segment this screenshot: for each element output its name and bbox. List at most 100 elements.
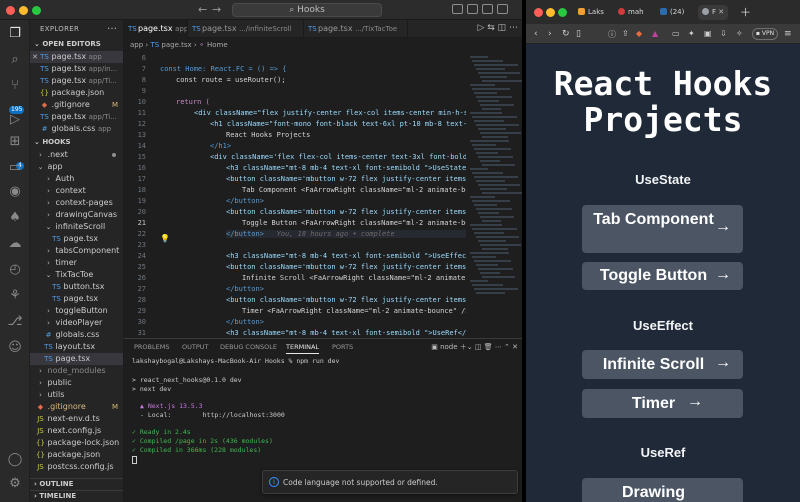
code-editor[interactable]: 6 7 8 9 10 11 12 13 14 15 16 17 18 19 20 21 22 23 24 25 26 27… xyxy=(124,52,522,338)
share-icon[interactable]: ⇪ xyxy=(622,29,629,38)
file-item[interactable]: {} package.json xyxy=(30,449,123,461)
close-tab-icon[interactable]: ✕ xyxy=(718,8,724,16)
wallet-icon[interactable]: ▣ xyxy=(704,29,712,38)
breadcrumb-folder[interactable]: app xyxy=(130,41,143,49)
browser-minimize-button[interactable] xyxy=(546,8,555,17)
project-header[interactable]: ⌄ HOOKS xyxy=(30,137,123,147)
download-icon[interactable]: ⇩ xyxy=(720,29,727,38)
file-item[interactable]: TS layout.tsx xyxy=(30,341,123,353)
close-icon[interactable]: ✕ xyxy=(30,51,40,63)
folder-item[interactable]: › toggleButton xyxy=(30,305,123,317)
sidebar-toggle-icon[interactable] xyxy=(482,4,493,14)
folder-item[interactable]: › context-pages xyxy=(30,197,123,209)
open-editors-header[interactable]: ⌄ OPEN EDITORS xyxy=(30,39,123,49)
file-item[interactable]: # globals.css xyxy=(30,329,123,341)
github-icon[interactable]: ◉ xyxy=(7,184,23,200)
infinite-scroll-button[interactable]: Infinite Scroll → xyxy=(582,350,743,379)
panel-tab-problems[interactable]: PROBLEMS xyxy=(134,343,169,351)
close-window-button[interactable] xyxy=(6,6,15,15)
copilot-icon[interactable]: ☺ xyxy=(7,340,23,356)
file-item[interactable]: JS postcss.config.js xyxy=(30,461,123,473)
info-icon[interactable]: ⓘ xyxy=(608,29,616,40)
file-item[interactable]: TS page.tsx xyxy=(30,293,123,305)
sidebar-icon[interactable]: ▭ xyxy=(672,29,680,38)
extensions-puzzle-icon[interactable]: ✦ xyxy=(688,29,695,38)
reload-icon[interactable]: ↻ xyxy=(562,29,570,39)
folder-item[interactable]: › videoPlayer xyxy=(30,317,123,329)
terminal-actions[interactable]: ▣ node ＋⌄ ◫ 🗑 ⋯ ⌃ ✕ xyxy=(431,342,518,352)
ai-icon[interactable]: ✧ xyxy=(736,29,743,38)
brave-shield-icon[interactable]: ◆ xyxy=(636,29,642,38)
lightbulb-icon[interactable]: 💡 xyxy=(160,234,170,243)
brave-rewards-icon[interactable]: ▲ xyxy=(652,29,658,38)
forward-arrow-icon[interactable]: → xyxy=(212,3,221,16)
folder-item[interactable]: › context xyxy=(30,185,123,197)
remote-explorer-icon[interactable]: ▭ xyxy=(7,160,23,176)
open-editor-item[interactable]: # globals.css app xyxy=(30,123,123,135)
folder-item[interactable]: › utils xyxy=(30,389,123,401)
file-item[interactable]: {} package-lock.json xyxy=(30,437,123,449)
folder-item[interactable]: ⌄ app xyxy=(30,161,123,173)
file-item[interactable]: TS page.tsx xyxy=(30,353,123,365)
tab-page-app[interactable]: TS page.tsx app xyxy=(124,20,188,38)
open-editor-item[interactable]: TS page.tsx app/Ti... xyxy=(30,75,123,87)
browser-tab-active[interactable]: F ✕ xyxy=(698,5,729,20)
mongodb-leaf-icon[interactable]: ♠ xyxy=(7,210,23,226)
tab-component-button[interactable]: Tab Component → xyxy=(582,205,743,253)
toggle-button-button[interactable]: Toggle Button → xyxy=(582,262,743,290)
folder-item[interactable]: › Auth xyxy=(30,173,123,185)
more-actions-icon[interactable]: … xyxy=(107,21,117,32)
breadcrumb-symbol[interactable]: Home xyxy=(207,41,228,49)
folder-item[interactable]: › drawingCanvas xyxy=(30,209,123,221)
open-editor-item[interactable]: TS page.tsx app/in... xyxy=(30,63,123,75)
notification-toast[interactable]: i Code language not supported or defined… xyxy=(262,470,518,494)
command-center-search[interactable]: ⌕ Hooks xyxy=(232,3,382,17)
panel-toggle-icon[interactable] xyxy=(467,4,478,14)
menu-icon[interactable]: ≡ xyxy=(784,29,792,39)
git-graph-icon[interactable]: ⎇ xyxy=(7,314,23,330)
browser-close-button[interactable] xyxy=(534,8,543,17)
browser-tab-3[interactable]: (24) xyxy=(660,5,684,20)
editor-actions[interactable]: ▷ ⇆ ◫ ⋯ xyxy=(477,23,518,33)
folder-item[interactable]: ⌄ infiniteScroll xyxy=(30,221,123,233)
source-control-icon[interactable]: ⑂ xyxy=(7,78,23,94)
folder-item[interactable]: › .next xyxy=(30,149,123,161)
new-tab-button[interactable]: ＋ xyxy=(740,5,751,20)
browser-tab-2[interactable]: mah xyxy=(618,5,644,20)
timer-button[interactable]: Timer → xyxy=(582,389,743,418)
layout-toggle-icon[interactable] xyxy=(452,4,463,14)
file-item[interactable]: TS button.tsx xyxy=(30,281,123,293)
run-debug-icon[interactable]: ▷ xyxy=(7,112,23,128)
settings-gear-icon[interactable]: ⚙ xyxy=(7,476,23,492)
browser-tab-1[interactable]: Laks xyxy=(578,5,604,20)
minimize-window-button[interactable] xyxy=(19,6,28,15)
file-item[interactable]: JS next-env.d.ts xyxy=(30,413,123,425)
tab-page-tixtactoe[interactable]: TS page.tsx .../TixTacToe xyxy=(304,20,408,38)
timeline-header[interactable]: › TIMELINE xyxy=(30,490,123,500)
browser-maximize-button[interactable] xyxy=(558,8,567,17)
outline-header[interactable]: › OUTLINE xyxy=(30,478,123,488)
open-editor-item[interactable]: {} package.json xyxy=(30,87,123,99)
tab-page-infinite-scroll[interactable]: TS page.tsx .../infiniteScroll xyxy=(188,20,304,38)
customize-layout-icon[interactable] xyxy=(497,4,508,14)
folder-item[interactable]: ⌄ TixTacToe xyxy=(30,269,123,281)
account-icon[interactable]: ◯ xyxy=(7,452,23,468)
back-icon[interactable]: ‹ xyxy=(534,29,538,39)
live-share-icon[interactable]: ⚘ xyxy=(7,288,23,304)
open-editor-item[interactable]: TS page.tsx app/Ti... xyxy=(30,111,123,123)
folder-item[interactable]: › node_modules xyxy=(30,365,123,377)
file-item[interactable]: TS page.tsx xyxy=(30,233,123,245)
panel-tab-debug-console[interactable]: DEBUG CONSOLE xyxy=(220,343,277,351)
breadcrumb-file[interactable]: page.tsx xyxy=(161,41,191,49)
open-editor-item[interactable]: ◆ .gitignore M xyxy=(30,99,123,111)
panel-tab-ports[interactable]: PORTS xyxy=(332,343,353,351)
panel-tab-output[interactable]: OUTPUT xyxy=(182,343,209,351)
folder-item[interactable]: › timer xyxy=(30,257,123,269)
bookmark-icon[interactable]: ▯ xyxy=(576,29,581,39)
search-icon[interactable]: ⌕ xyxy=(7,52,23,68)
vpn-button[interactable]: ▪ VPN xyxy=(752,28,778,40)
file-item[interactable]: JS next.config.js xyxy=(30,425,123,437)
back-arrow-icon[interactable]: ← xyxy=(198,3,207,16)
panel-tab-terminal[interactable]: TERMINAL xyxy=(286,343,320,354)
file-item[interactable]: ◆ .gitignore M xyxy=(30,401,123,413)
